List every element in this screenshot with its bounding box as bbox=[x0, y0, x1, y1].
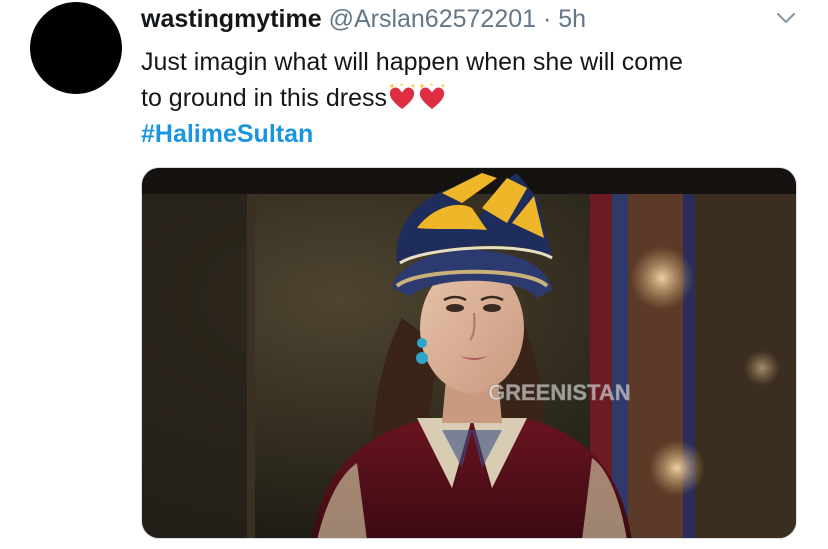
author-name[interactable]: wastingmytime bbox=[141, 5, 322, 33]
tweet-header: wastingmytime @Arslan62572201 · 5h bbox=[141, 4, 586, 34]
author-handle[interactable]: @Arslan62572201 bbox=[329, 5, 536, 33]
avatar[interactable] bbox=[30, 2, 122, 94]
media-illustration: GREENISTAN bbox=[142, 168, 796, 538]
chevron-down-icon[interactable] bbox=[775, 10, 797, 26]
watermark-text: GREENISTAN bbox=[488, 380, 631, 405]
timestamp[interactable]: 5h bbox=[558, 5, 586, 33]
separator-dot: · bbox=[543, 5, 552, 33]
tweet-media-image[interactable]: GREENISTAN bbox=[141, 167, 797, 539]
tweet[interactable]: wastingmytime @Arslan62572201 · 5h Just … bbox=[0, 0, 828, 549]
sparkling-heart-icon bbox=[418, 82, 445, 109]
sparkling-heart-icon bbox=[388, 82, 415, 109]
tweet-text-line2: to ground in this dress bbox=[141, 84, 387, 112]
tweet-text-line1: Just imagin what will happen when she wi… bbox=[141, 48, 683, 76]
hashtag-link[interactable]: #HalimeSultan bbox=[141, 116, 801, 152]
tweet-text: Just imagin what will happen when she wi… bbox=[141, 44, 801, 152]
